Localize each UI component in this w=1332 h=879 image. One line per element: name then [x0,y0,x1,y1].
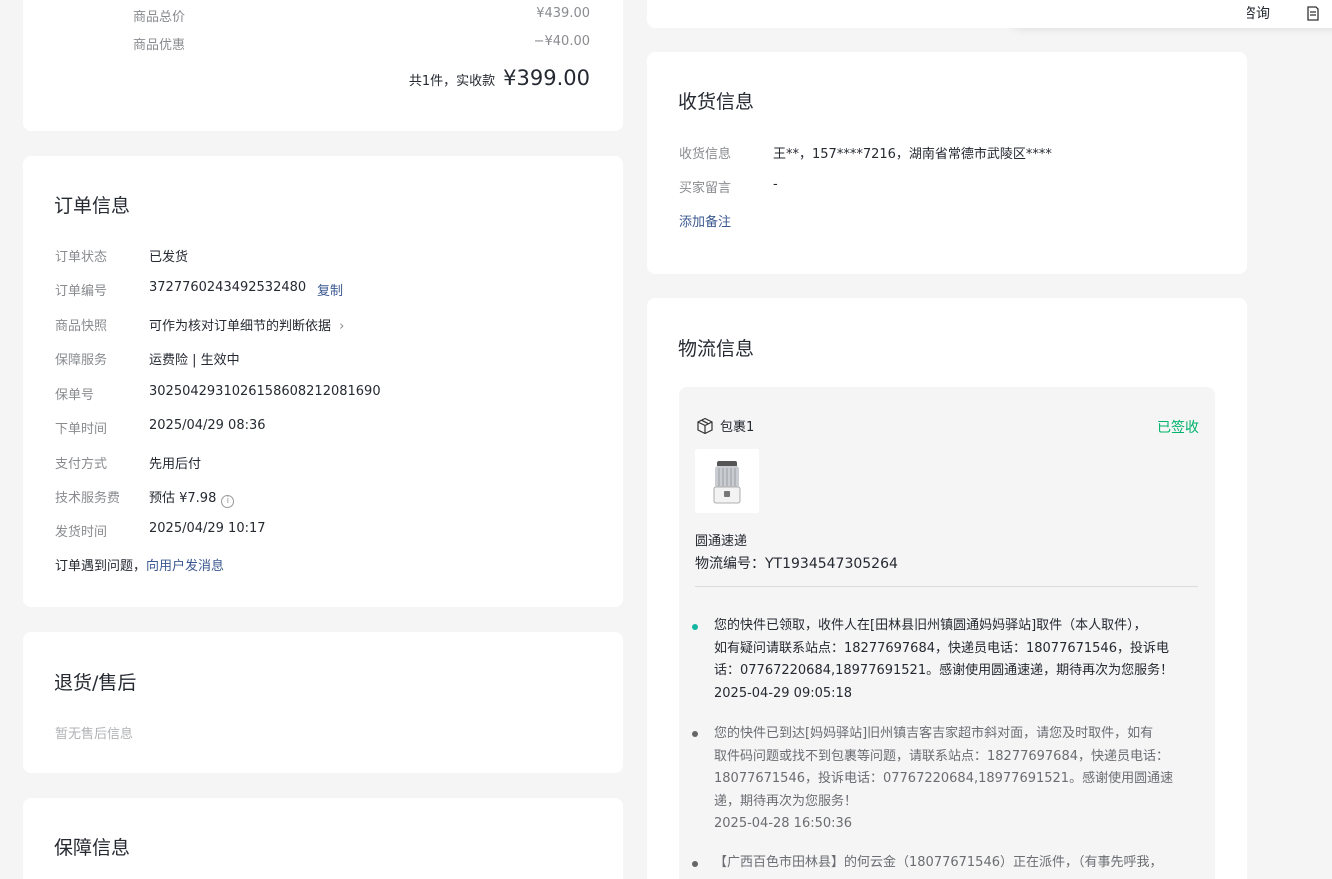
tracking-number[interactable]: YT1934547305264 [765,556,898,572]
order-info-title: 订单信息 [54,195,131,217]
timeline-line: 如有疑问请联系站点：18277697684，快递员电话：18077671546，… [714,640,1169,656]
ship-time-label: 发货时间 [55,525,108,540]
right-top-card [647,0,1247,28]
policy-number-label: 保单号 [55,388,95,403]
timeline-event: 您的快件已到达[妈妈驿站]旧州镇吉客吉家超市斜对面，请您及时取件，如有 取件码问… [714,723,1194,836]
copy-order-number-button[interactable]: 复制 [317,280,343,299]
goods-total-value: ¥439.00 [536,6,590,21]
guarantee-service-label: 保障服务 [55,353,108,368]
timeline-line: 【广西百色市田林县】的何云金（18077671546）正在派件，（有事先呼我， [714,855,1163,870]
divider [695,586,1198,587]
order-info-card: 订单信息 订单状态 已发货 订单编号 3727760243492532480 复… [23,156,623,607]
order-problem-row: 订单遇到问题，向用户发消息 [55,555,224,574]
after-sale-title: 退货/售后 [54,672,137,694]
order-status-label: 订单状态 [55,250,108,265]
order-number-label: 订单编号 [55,284,108,299]
timeline-time: 2025-04-29 09:05:18 [714,685,853,701]
info-icon[interactable]: i [221,495,235,508]
timeline-dot [692,731,698,737]
timeline-dot-active [692,624,698,630]
document-button[interactable] [1306,0,1320,26]
receiver-info-value: 王**，157****7216，湖南省常德市武陵区**** [773,147,1052,162]
ship-time-value: 2025/04/29 10:17 [149,521,266,536]
document-icon [1307,5,1319,21]
after-sale-card: 退货/售后 暂无售后信息 [23,632,623,773]
product-thumbnail[interactable] [695,449,759,513]
receiver-card: 收货信息 收货信息 王**，157****7216，湖南省常德市武陵区**** … [647,52,1247,274]
order-time-value: 2025/04/29 08:36 [149,418,266,433]
tracking-number-row: 物流编号：YT1934547305264 [695,553,898,573]
payment-method-value: 先用后付 [149,457,202,472]
guarantee-title: 保障信息 [54,837,131,859]
snapshot-label: 商品快照 [55,319,108,334]
guarantee-service-value: 运费险 | 生效中 [149,353,240,368]
carrier-name: 圆通速递 [695,534,748,549]
tracking-label: 物流编号： [695,556,765,572]
service-fee-value: 预估 ¥7.98 i [149,487,235,508]
guarantee-card: 保障信息 [23,798,623,879]
chevron-right-icon: › [339,319,345,334]
snapshot-text: 可作为核对订单细节的判断依据 [149,319,332,334]
service-fee-label: 技术服务费 [55,491,121,506]
timeline-dot [692,861,698,867]
after-sale-empty: 暂无售后信息 [55,727,134,742]
timeline-line: 18077671546，投诉电话：07767220684,18977691521… [714,771,1174,786]
service-fee-text: 预估 ¥7.98 [149,491,217,506]
timeline-line: 您的快件已领取，收件人在[田林县旧州镇圆通妈妈驿站]取件（本人取件）， [714,618,1147,633]
timeline-event: 【广西百色市田林县】的何云金（18077671546）正在派件，（有事先呼我， [714,852,1194,875]
buyer-message-value: - [773,177,778,192]
timeline-line: 您的快件已到达[妈妈驿站]旧州镇吉客吉家超市斜对面，请您及时取件，如有 [714,726,1154,741]
timeline-event: 您的快件已领取，收件人在[田林县旧州镇圆通妈妈驿站]取件（本人取件）， 如有疑问… [714,615,1194,705]
buyer-message-label: 买家留言 [679,181,732,196]
order-number-value: 3727760243492532480 [149,280,307,295]
order-status-value: 已发货 [149,250,189,265]
paid-summary-label: 共1件，实收款 [408,74,496,89]
payment-method-label: 支付方式 [55,457,108,472]
policy-number-value: 3025042931026158608212081690 [149,384,381,399]
snapshot-link[interactable]: 可作为核对订单细节的判断依据 › [149,315,344,334]
paid-amount: ¥399.00 [503,66,590,90]
timeline-line: 话：07767220684,18977691521。感谢使用圆通速递，期待再次为… [714,663,1174,678]
receiver-title: 收货信息 [678,91,755,113]
goods-total-label: 商品总价 [133,10,186,25]
package-box-icon [697,417,713,434]
order-problem-text: 订单遇到问题， [55,559,147,574]
timeline-time: 2025-04-28 16:50:36 [714,816,853,831]
product-image [713,461,741,504]
package-header: 包裹1 [696,416,754,435]
order-time-label: 下单时间 [55,422,108,437]
price-summary-card: 商品总价 ¥439.00 商品优惠 −¥40.00 共1件，实收款 ¥399.0… [23,0,623,131]
timeline-line: 取件码问题或找不到包裹等问题，请联系站点：18277697684，快递员电话： [714,748,1169,764]
timeline-line: 递，期待再次为您服务！ [714,793,858,809]
receiver-info-label: 收货信息 [679,147,732,162]
delivered-status: 已签收 [1157,420,1199,436]
package-label: 包裹1 [720,420,755,435]
logistics-title: 物流信息 [678,338,755,360]
add-note-button[interactable]: 添加备注 [679,211,731,230]
message-user-link[interactable]: 向用户发消息 [146,559,224,574]
discount-label: 商品优惠 [133,38,186,53]
paid-summary: 共1件，实收款 ¥399.00 [409,66,590,90]
discount-value: −¥40.00 [533,34,590,49]
